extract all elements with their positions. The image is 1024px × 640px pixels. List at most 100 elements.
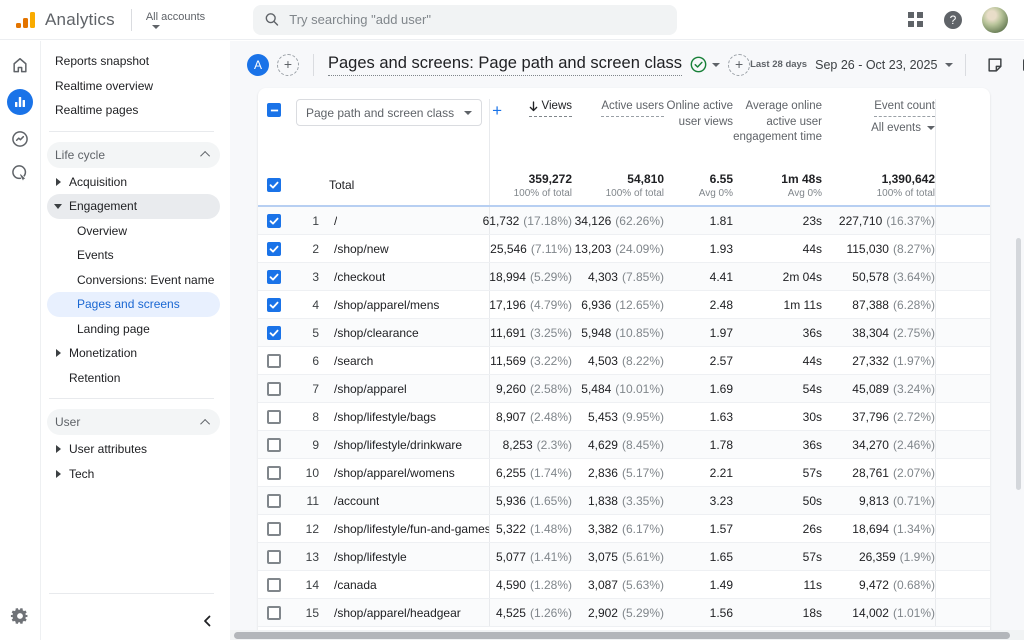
- row-checkbox[interactable]: [267, 410, 281, 424]
- collapse-sidebar-button[interactable]: [41, 602, 230, 640]
- table-row[interactable]: 3 /checkout 18,994(5.29%) 4,303(7.85%) 4…: [258, 263, 990, 291]
- row-checkbox[interactable]: [267, 438, 281, 452]
- date-range-picker[interactable]: Sep 26 - Oct 23, 2025: [815, 58, 953, 72]
- table-row[interactable]: 13 /shop/lifestyle 5,077(1.41%) 3,075(5.…: [258, 543, 990, 571]
- event-count-value: 28,761: [852, 466, 889, 480]
- table-row[interactable]: 12 /shop/lifestyle/fun-and-games 5,322(1…: [258, 515, 990, 543]
- home-icon[interactable]: [10, 55, 30, 75]
- table-row[interactable]: 4 /shop/apparel/mens 17,196(4.79%) 6,936…: [258, 291, 990, 319]
- engagement-time-value: 30s: [803, 410, 822, 424]
- search-input[interactable]: [289, 12, 665, 27]
- column-header-online-views[interactable]: Online active user views: [664, 99, 733, 130]
- horizontal-scrollbar-thumb[interactable]: [234, 632, 1010, 639]
- views-percent: (5.29%): [530, 270, 572, 284]
- sidebar-item-monetization[interactable]: Monetization: [47, 341, 220, 366]
- user-avatar[interactable]: [982, 7, 1008, 33]
- row-checkbox[interactable]: [267, 354, 281, 368]
- active-users-percent: (7.85%): [622, 270, 664, 284]
- table-header-row: Page path and screen class Views Active …: [258, 88, 990, 165]
- select-all-checkbox[interactable]: [267, 103, 281, 117]
- row-checkbox[interactable]: [267, 494, 281, 508]
- table-row[interactable]: 6 /search 11,569(3.22%) 4,503(8.22%) 2.5…: [258, 347, 990, 375]
- sidebar-item-overview[interactable]: Overview: [47, 219, 220, 244]
- table-row[interactable]: 2 /shop/new 25,546(7.11%) 13,203(24.09%)…: [258, 235, 990, 263]
- vertical-scrollbar[interactable]: [1016, 238, 1021, 490]
- row-number: 15: [295, 606, 319, 620]
- sidebar-item-tech[interactable]: Tech: [47, 462, 220, 487]
- row-checkbox[interactable]: [267, 578, 281, 592]
- table-row[interactable]: 8 /shop/lifestyle/bags 8,907(2.48%) 5,45…: [258, 403, 990, 431]
- row-number: 7: [295, 382, 319, 396]
- row-number: 12: [295, 522, 319, 536]
- row-checkbox[interactable]: [267, 326, 281, 340]
- sidebar-item-reports-snapshot[interactable]: Reports snapshot: [47, 49, 220, 74]
- add-report-button[interactable]: [277, 54, 299, 76]
- row-checkbox[interactable]: [267, 550, 281, 564]
- section-user[interactable]: User: [47, 409, 220, 435]
- page-path: /canada: [334, 578, 377, 592]
- sidebar-item-realtime-overview[interactable]: Realtime overview: [47, 74, 220, 99]
- sidebar-item-retention[interactable]: Retention: [47, 366, 220, 391]
- row-checkbox[interactable]: [267, 466, 281, 480]
- table-row[interactable]: 15 /shop/apparel/headgear 4,525(1.26%) 2…: [258, 599, 990, 627]
- row-checkbox[interactable]: [267, 382, 281, 396]
- sidebar-item-conversions[interactable]: Conversions: Event name: [47, 268, 220, 293]
- row-checkbox[interactable]: [267, 522, 281, 536]
- note-icon[interactable]: [982, 52, 1008, 78]
- sidebar-item-engagement[interactable]: Engagement: [47, 194, 220, 219]
- column-header-views[interactable]: Views: [490, 99, 572, 117]
- search-bar[interactable]: [253, 5, 677, 35]
- page-path: /account: [334, 494, 379, 508]
- sidebar-item-realtime-pages[interactable]: Realtime pages: [47, 98, 220, 123]
- page-path: /shop/lifestyle/drinkware: [334, 438, 462, 452]
- sidebar-item-acquisition[interactable]: Acquisition: [47, 170, 220, 195]
- column-header-avg-time[interactable]: Average online active user engagement ti…: [733, 99, 822, 146]
- online-views-value: 1.57: [710, 522, 733, 536]
- table-row[interactable]: 1 / 61,732(17.18%) 34,126(62.26%) 1.81 2…: [258, 207, 990, 235]
- sidebar-item-landing-page[interactable]: Landing page: [47, 317, 220, 342]
- table-row[interactable]: 14 /canada 4,590(1.28%) 3,087(5.63%) 1.4…: [258, 571, 990, 599]
- table-row[interactable]: 10 /shop/apparel/womens 6,255(1.74%) 2,8…: [258, 459, 990, 487]
- row-checkbox[interactable]: [267, 214, 281, 228]
- saved-status-badge[interactable]: [690, 56, 720, 73]
- sidebar-item-events[interactable]: Events: [47, 243, 220, 268]
- row-checkbox[interactable]: [267, 270, 281, 284]
- account-switcher[interactable]: All accounts: [146, 11, 205, 29]
- row-checkbox[interactable]: [267, 606, 281, 620]
- section-life-cycle[interactable]: Life cycle: [47, 142, 220, 168]
- event-count-value: 37,796: [852, 410, 889, 424]
- advertising-icon[interactable]: [10, 129, 30, 149]
- dimension-selector[interactable]: Page path and screen class: [296, 99, 482, 126]
- expand-arrow-icon: [56, 470, 61, 478]
- report-avatar[interactable]: A: [247, 54, 269, 76]
- apps-grid-icon[interactable]: [908, 12, 924, 28]
- online-views-value: 1.93: [710, 242, 733, 256]
- totals-checkbox[interactable]: [267, 178, 281, 192]
- sidebar-item-pages-and-screens[interactable]: Pages and screens: [47, 292, 220, 317]
- table-row[interactable]: 9 /shop/lifestyle/drinkware 8,253(2.3%) …: [258, 431, 990, 459]
- row-checkbox[interactable]: [267, 298, 281, 312]
- column-header-active-users[interactable]: Active users: [572, 99, 664, 117]
- active-users-percent: (12.65%): [615, 298, 664, 312]
- engagement-time-value: 18s: [803, 606, 822, 620]
- row-checkbox[interactable]: [267, 242, 281, 256]
- event-count-percent: (3.64%): [893, 270, 935, 284]
- views-value: 8,907: [496, 410, 526, 424]
- sidebar-item-user-attributes[interactable]: User attributes: [47, 437, 220, 462]
- event-count-percent: (2.07%): [893, 466, 935, 480]
- row-number: 13: [295, 550, 319, 564]
- compare-icon[interactable]: [1017, 52, 1024, 78]
- gear-icon[interactable]: [10, 606, 30, 626]
- views-percent: (2.3%): [537, 438, 572, 452]
- column-header-event-count[interactable]: Event count All events: [822, 99, 935, 136]
- explore-icon[interactable]: [10, 163, 30, 183]
- table-row[interactable]: 5 /shop/clearance 11,691(3.25%) 5,948(10…: [258, 319, 990, 347]
- help-icon[interactable]: [944, 11, 962, 29]
- table-row[interactable]: 11 /account 5,936(1.65%) 1,838(3.35%) 3.…: [258, 487, 990, 515]
- add-comparison-button[interactable]: [728, 54, 750, 76]
- horizontal-scrollbar-track[interactable]: [230, 630, 1024, 640]
- event-filter-dropdown[interactable]: All events: [871, 121, 935, 137]
- reports-icon[interactable]: [7, 89, 33, 115]
- table-row[interactable]: 7 /shop/apparel 9,260(2.58%) 5,484(10.01…: [258, 375, 990, 403]
- page-path: /shop/lifestyle: [334, 550, 407, 564]
